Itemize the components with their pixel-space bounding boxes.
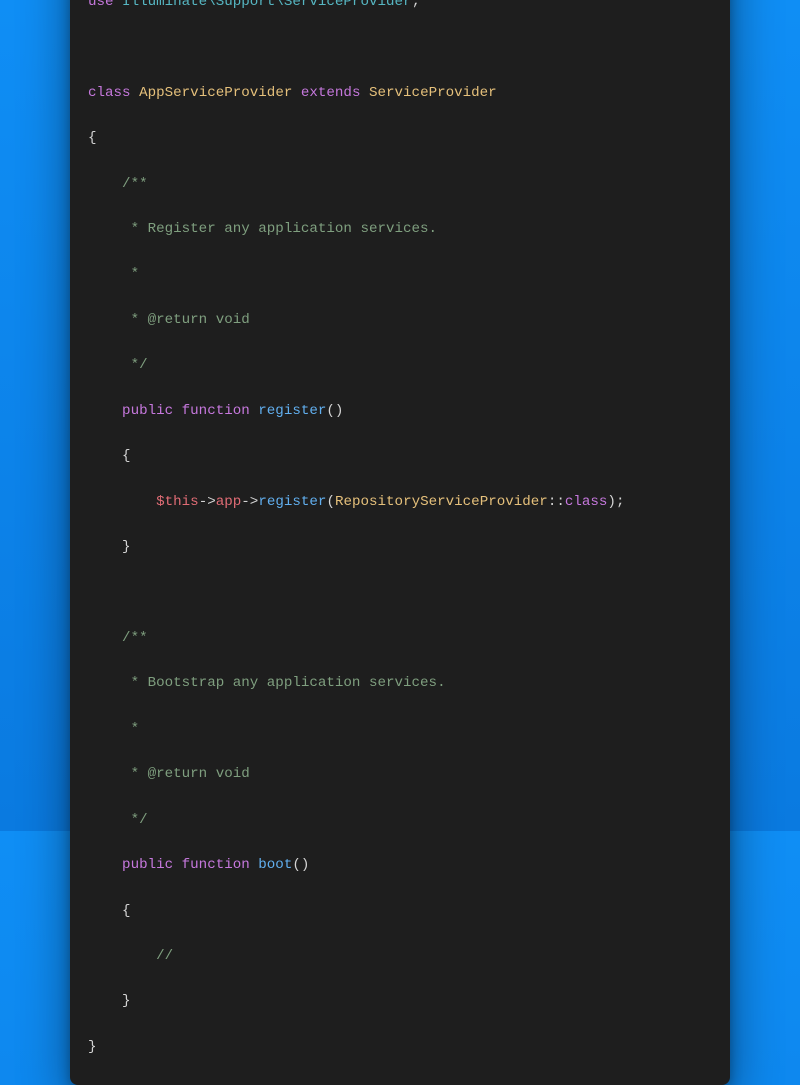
kw-class-const: class xyxy=(565,494,608,510)
kw-public: public xyxy=(88,403,173,419)
docblock: * @return void xyxy=(88,312,250,328)
call-register: register xyxy=(258,494,326,510)
method-boot: boot xyxy=(250,857,293,873)
docblock: /** xyxy=(88,630,148,646)
use-value: Illuminate\Support\ServiceProvider xyxy=(114,0,412,10)
code-window: <?php namespace App\Providers; use Illum… xyxy=(70,0,730,1085)
code-block: <?php namespace App\Providers; use Illum… xyxy=(70,0,730,1085)
prop-app: app xyxy=(216,494,242,510)
kw-extends: extends xyxy=(301,85,361,101)
brace-close: } xyxy=(88,1039,97,1055)
var-this: $this xyxy=(156,494,199,510)
docblock: * xyxy=(88,266,139,282)
brace-open: { xyxy=(88,130,97,146)
docblock: */ xyxy=(88,812,148,828)
docblock: */ xyxy=(88,357,148,373)
class-name: AppServiceProvider xyxy=(131,85,301,101)
comment-empty: // xyxy=(88,948,173,964)
docblock: * xyxy=(88,721,139,737)
arg-class: RepositoryServiceProvider xyxy=(335,494,548,510)
kw-class: class xyxy=(88,85,131,101)
kw-use: use xyxy=(88,0,114,10)
docblock: * Register any application services. xyxy=(88,221,437,237)
kw-function: function xyxy=(173,403,250,419)
docblock: /** xyxy=(88,176,148,192)
parent-class-name: ServiceProvider xyxy=(360,85,496,101)
docblock: * Bootstrap any application services. xyxy=(88,675,446,691)
method-register: register xyxy=(250,403,327,419)
docblock: * @return void xyxy=(88,766,250,782)
kw-public: public xyxy=(88,857,173,873)
kw-function: function xyxy=(173,857,250,873)
